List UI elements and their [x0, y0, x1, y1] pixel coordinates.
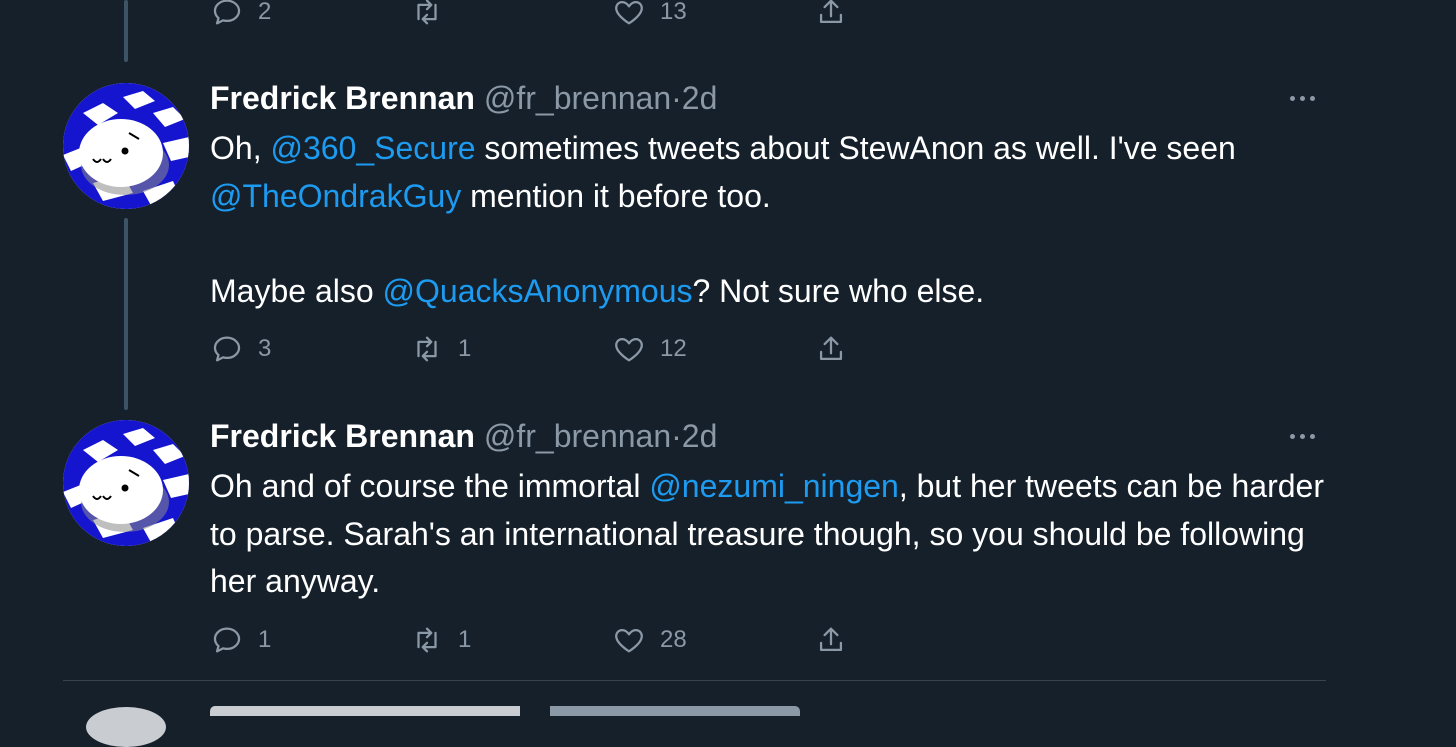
- avatar[interactable]: [86, 707, 166, 747]
- tweet-actions: 3 1 12: [210, 329, 910, 369]
- user-handle[interactable]: @fr_brennan: [484, 80, 671, 116]
- tweet-header: Fredrick Brennan @fr_brennan·2d: [210, 78, 717, 118]
- more-dot: [1310, 433, 1315, 439]
- cut-off-text: [210, 706, 800, 716]
- tweet-paragraph: Oh, @360_Secure sometimes tweets about S…: [210, 125, 1340, 220]
- tweet-divider: [63, 680, 1326, 681]
- text-segment: Oh and of course the immortal: [210, 468, 650, 504]
- tweet-text: Oh, @360_Secure sometimes tweets about S…: [210, 125, 1340, 315]
- like-button[interactable]: 28: [612, 620, 687, 660]
- avatar[interactable]: [63, 83, 189, 209]
- more-dot: [1300, 433, 1305, 439]
- reply-icon: [213, 0, 241, 25]
- thread-line: [124, 0, 128, 62]
- reply-icon: [213, 336, 241, 362]
- timestamp[interactable]: 2d: [682, 418, 718, 454]
- reply-button[interactable]: 1: [210, 620, 271, 660]
- more-dot: [1300, 95, 1305, 101]
- thread-line: [124, 218, 128, 410]
- like-button[interactable]: 12: [612, 329, 687, 369]
- retweet-count: 1: [458, 626, 472, 653]
- display-name[interactable]: Fredrick Brennan: [210, 80, 475, 116]
- like-button[interactable]: 13: [612, 0, 687, 32]
- text-segment: sometimes tweets about StewAnon as well.…: [475, 130, 1236, 166]
- more-options-button[interactable]: [1290, 426, 1322, 446]
- retweet-count: 1: [458, 335, 472, 362]
- separator-dot: ·: [671, 80, 682, 116]
- retweet-button[interactable]: 1: [410, 620, 471, 660]
- share-button[interactable]: [814, 0, 848, 32]
- reply-button[interactable]: 3: [210, 329, 271, 369]
- text-segment: mention it before too.: [461, 177, 771, 214]
- tweet-text: Oh and of course the immortal @nezumi_ni…: [210, 463, 1340, 606]
- share-icon: [819, 627, 843, 652]
- mention-link[interactable]: @QuacksAnonymous: [383, 273, 693, 309]
- previous-tweet-actions: 2 13: [210, 0, 910, 32]
- more-dot: [1290, 433, 1295, 439]
- reply-count: 3: [258, 335, 272, 362]
- text-segment: Maybe also: [210, 272, 383, 309]
- tweet-paragraph: Maybe also @QuacksAnonymous? Not sure wh…: [210, 268, 1340, 316]
- tweet-header: Fredrick Brennan @fr_brennan·2d: [210, 416, 717, 456]
- tweet-paragraph: Oh and of course the immortal @nezumi_ni…: [210, 463, 1340, 606]
- share-icon: [819, 336, 843, 361]
- mention-link[interactable]: @360_Secure: [270, 130, 475, 166]
- tweet-actions: 1 1 28: [210, 620, 910, 660]
- reply-count: 2: [258, 0, 272, 25]
- more-dot: [1290, 95, 1295, 101]
- mention-link[interactable]: @TheOndrakGuy: [210, 178, 461, 214]
- share-button[interactable]: [814, 620, 848, 660]
- avatar[interactable]: [63, 420, 189, 546]
- mention-link[interactable]: @nezumi_ningen: [649, 468, 899, 504]
- more-options-button[interactable]: [1290, 88, 1322, 108]
- more-dot: [1310, 95, 1315, 101]
- like-count: 28: [660, 626, 687, 653]
- heart-icon: [615, 0, 643, 25]
- separator-dot: ·: [671, 418, 682, 454]
- display-name[interactable]: Fredrick Brennan: [210, 418, 475, 454]
- retweet-icon: [417, 0, 437, 25]
- reply-icon: [213, 627, 241, 653]
- heart-icon: [615, 628, 643, 653]
- retweet-icon: [417, 627, 437, 653]
- timestamp[interactable]: 2d: [682, 80, 718, 116]
- like-count: 12: [660, 335, 687, 362]
- like-count: 13: [660, 0, 687, 25]
- retweet-button[interactable]: 1: [410, 329, 471, 369]
- reply-count: 1: [258, 626, 272, 653]
- checkerboard-mascot-avatar-image: [63, 420, 189, 546]
- cut-off-tweet-header: [210, 706, 810, 720]
- share-button[interactable]: [814, 329, 848, 369]
- user-handle[interactable]: @fr_brennan: [484, 418, 671, 454]
- text-segment: Oh,: [210, 130, 271, 166]
- retweet-button[interactable]: [410, 0, 458, 32]
- reply-button[interactable]: 2: [210, 0, 271, 32]
- checkerboard-mascot-avatar-image: [63, 83, 189, 209]
- retweet-icon: [417, 336, 437, 362]
- text-segment: ? Not sure who else.: [692, 272, 985, 309]
- heart-icon: [615, 337, 643, 362]
- share-icon: [819, 0, 843, 24]
